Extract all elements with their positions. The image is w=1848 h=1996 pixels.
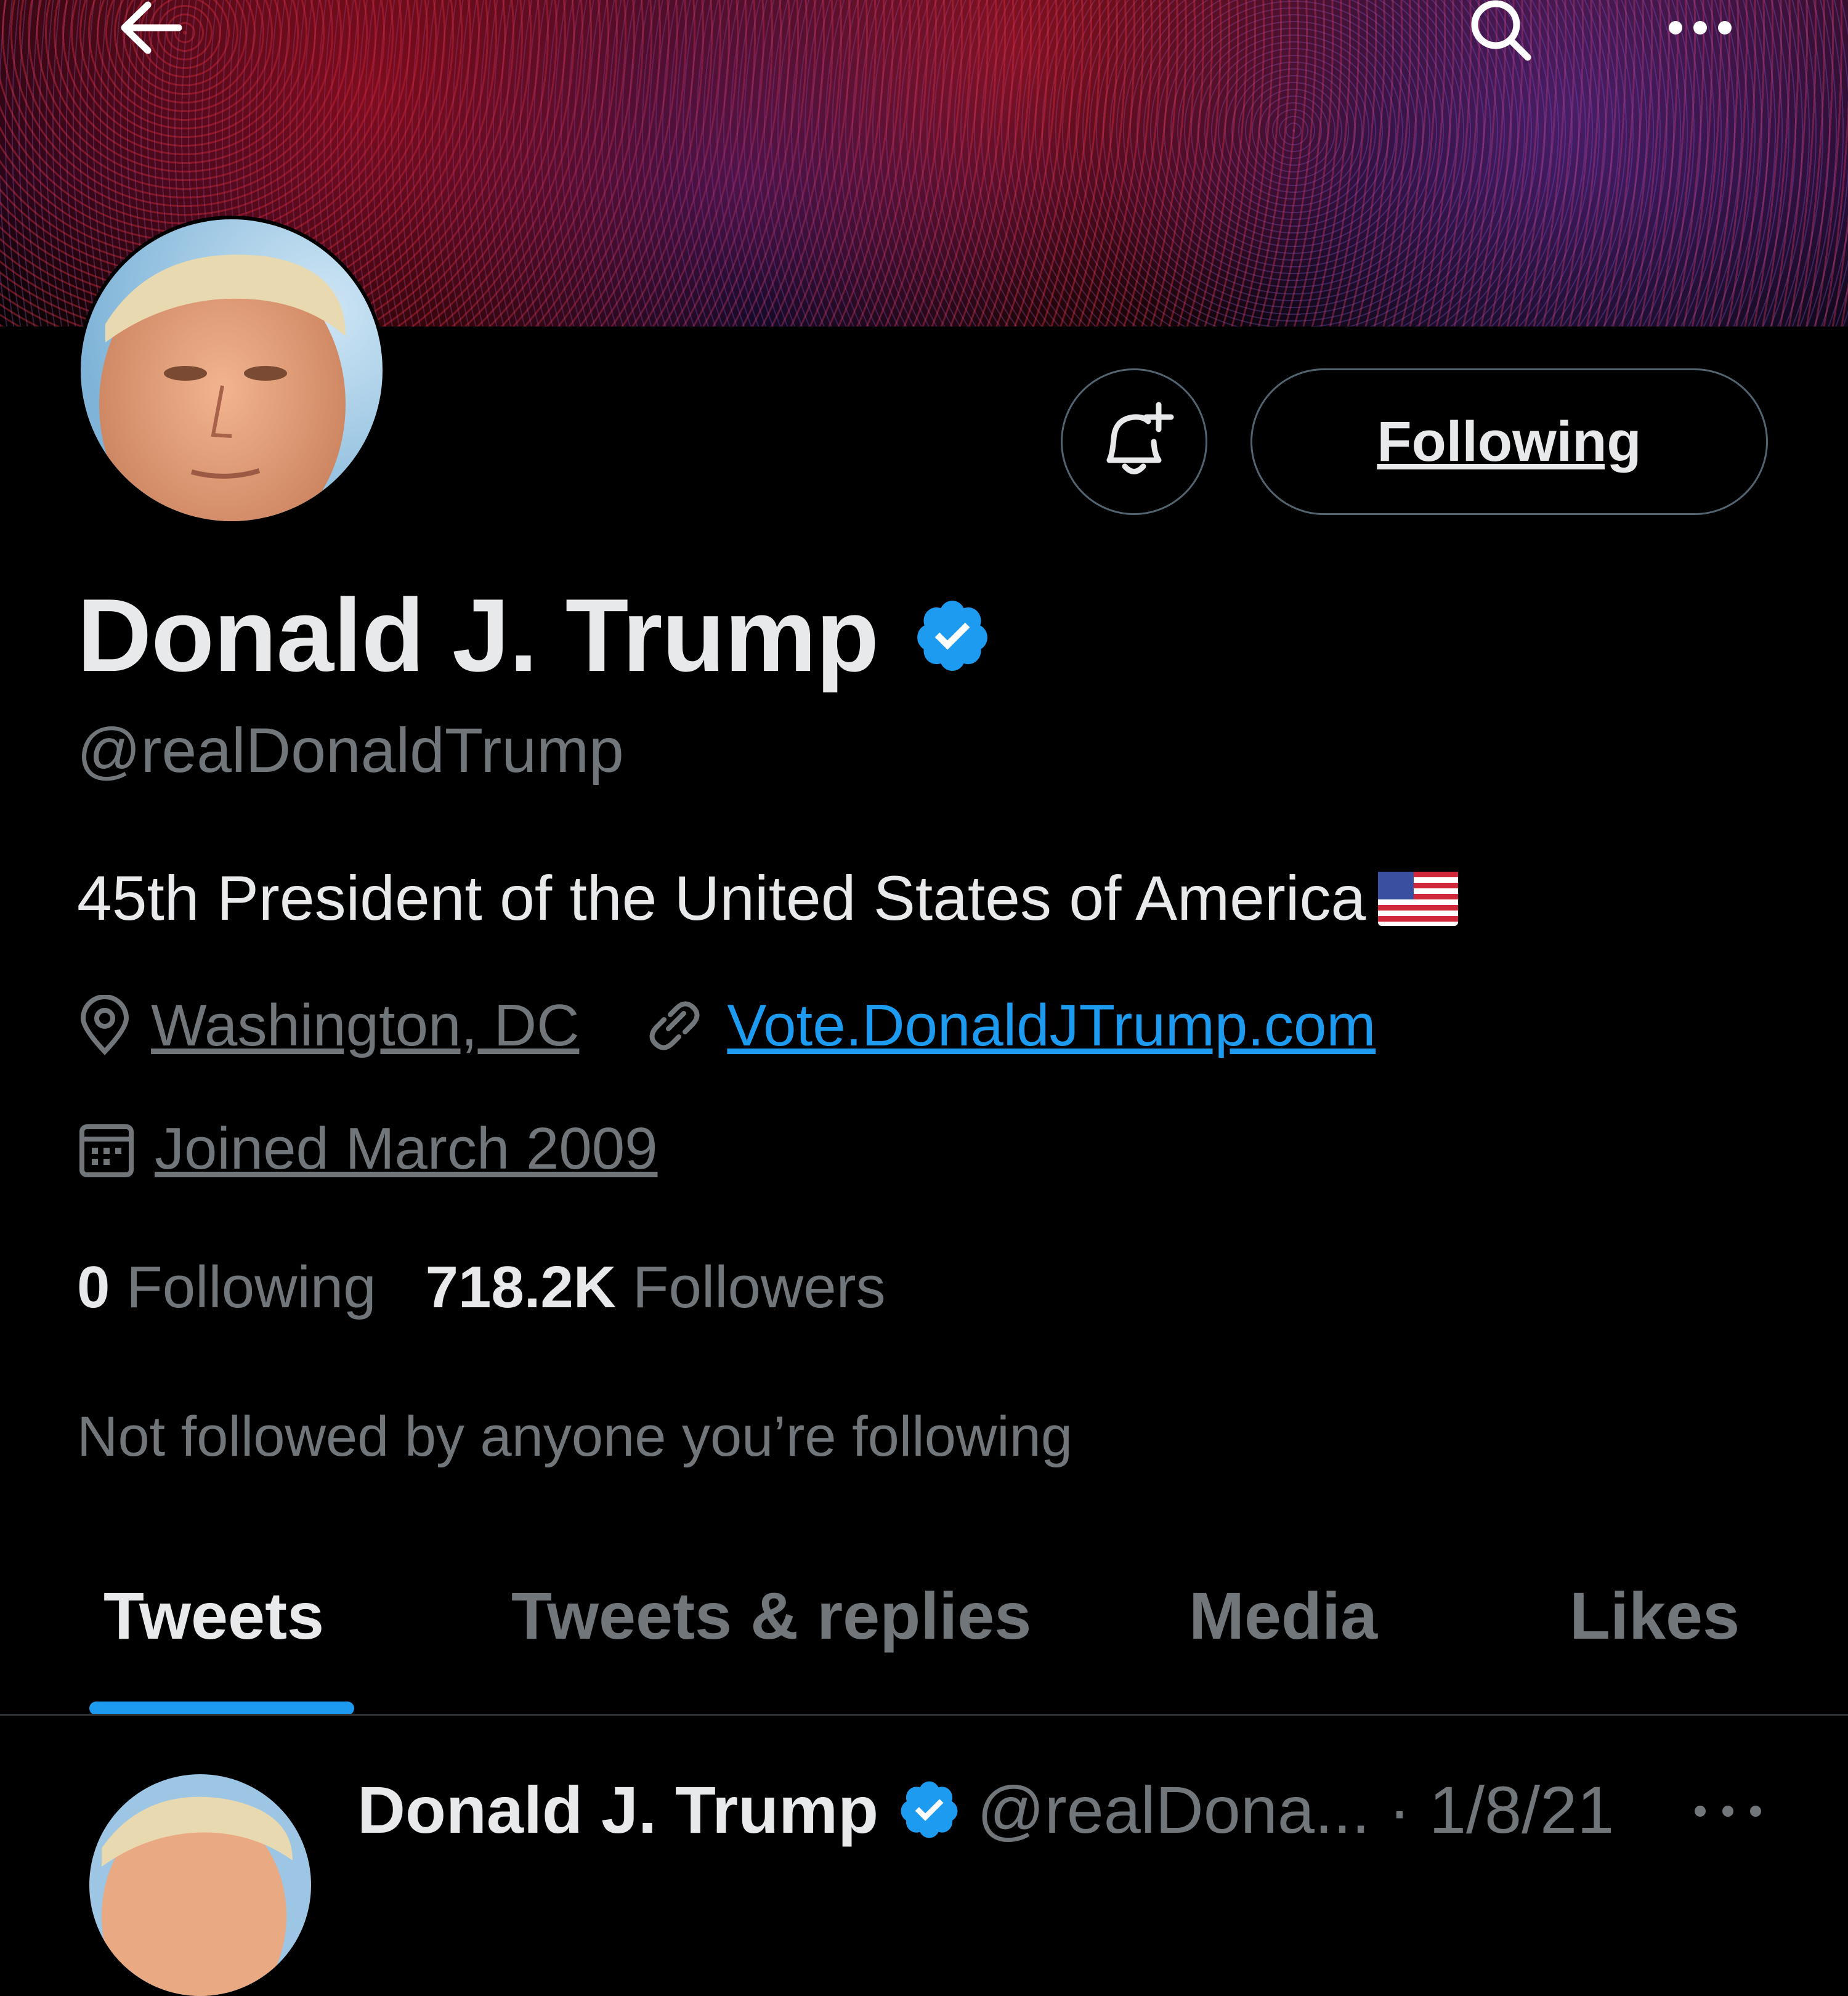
followers-label: Followers xyxy=(632,1254,886,1320)
profile-location[interactable]: Washington, DC xyxy=(151,992,579,1060)
bio-text: 45th President of the United States of A… xyxy=(77,863,1366,933)
notifications-button[interactable] xyxy=(1061,368,1207,515)
verified-badge-icon xyxy=(917,600,987,671)
tweet-author-name[interactable]: Donald J. Trump xyxy=(357,1771,878,1848)
search-button[interactable] xyxy=(1466,0,1534,62)
followers-count: 718.2K xyxy=(425,1254,617,1320)
tab-likes[interactable]: Likes xyxy=(1570,1577,1740,1654)
profile-name-row: Donald J. Trump xyxy=(77,576,992,695)
profile-website-link[interactable]: Vote.DonaldJTrump.com xyxy=(727,992,1376,1060)
location-pin-icon xyxy=(80,995,129,1055)
arrow-left-icon xyxy=(121,1,182,54)
tweet-handle-date: @realDona... · 1/8/21 xyxy=(977,1772,1615,1847)
more-icon xyxy=(1669,21,1732,34)
back-button[interactable] xyxy=(117,0,185,62)
profile-name: Donald J. Trump xyxy=(77,577,879,693)
avatar-image xyxy=(81,219,383,521)
bell-plus-icon xyxy=(1106,402,1174,474)
verified-badge-icon xyxy=(901,1781,958,1838)
calendar-icon xyxy=(79,1124,134,1177)
us-flag-emoji xyxy=(1378,871,1459,926)
more-options-button[interactable] xyxy=(1663,3,1737,52)
following-count-link[interactable]: 0 Following xyxy=(77,1254,376,1321)
following-label: Following xyxy=(126,1254,376,1320)
tweet-more-button[interactable] xyxy=(1688,1790,1768,1833)
tab-media[interactable]: Media xyxy=(1189,1577,1377,1654)
link-icon xyxy=(649,1001,700,1050)
profile-joined-row: Joined March 2009 xyxy=(77,1115,658,1183)
profile-avatar[interactable] xyxy=(77,216,386,525)
tab-tweets-replies[interactable]: Tweets & replies xyxy=(511,1577,1031,1654)
following-count: 0 xyxy=(77,1254,110,1320)
search-icon xyxy=(1471,0,1531,61)
profile-meta-row: Washington, DC Vote.DonaldJTrump.com xyxy=(77,992,1376,1060)
profile-handle: @realDonaldTrump xyxy=(77,715,624,785)
follow-counts: 0 Following 718.2K Followers xyxy=(77,1254,886,1321)
active-tab-indicator xyxy=(89,1702,354,1715)
followers-count-link[interactable]: 718.2K Followers xyxy=(426,1254,886,1321)
profile-bio: 45th President of the United States of A… xyxy=(77,862,1459,935)
mutual-followers-note: Not followed by anyone you’re following xyxy=(77,1405,1073,1468)
tweet-header: Donald J. Trump @realDona... · 1/8/21 xyxy=(357,1771,1614,1848)
tab-tweets[interactable]: Tweets xyxy=(103,1577,324,1654)
tabs-divider xyxy=(0,1714,1848,1716)
profile-joined-date: Joined March 2009 xyxy=(155,1116,658,1182)
tweet-avatar-image xyxy=(89,1774,311,1996)
more-icon xyxy=(1695,1806,1761,1817)
following-button[interactable]: Following xyxy=(1250,368,1768,515)
tweet-author-avatar[interactable] xyxy=(89,1774,311,1996)
profile-tabs: Tweets Tweets & replies Media Likes xyxy=(0,1565,1848,1713)
